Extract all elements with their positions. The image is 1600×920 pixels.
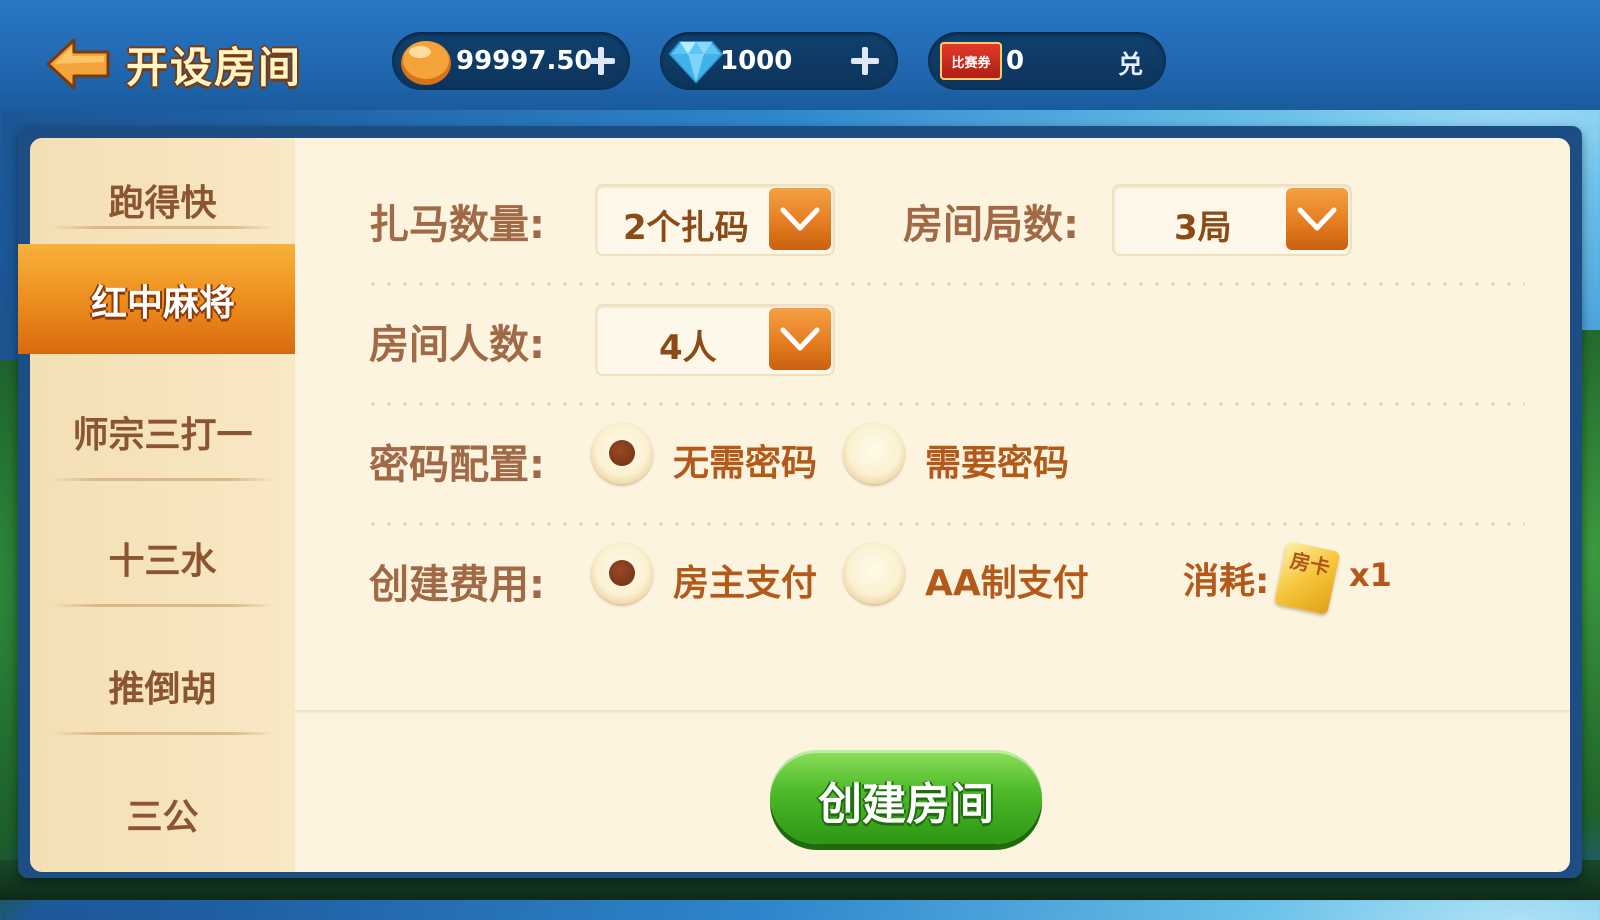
sidebar-item-sangong[interactable]: 三公 [30,752,295,870]
no-password-radio[interactable] [591,422,653,484]
sidebar-item-shisanshui[interactable]: 十三水 [30,496,295,614]
row-divider [365,402,1525,406]
aa-pay-label[interactable]: AA制支付 [925,554,1089,606]
gold-bean-icon [401,41,451,85]
room-players-label: 房间人数: [369,322,545,368]
room-players-value: 4人 [659,328,717,368]
exchange-button[interactable]: 兑 [1118,45,1143,81]
sidebar-item-paodekuai[interactable]: 跑得快 [30,138,295,256]
radio-selected-dot [609,440,635,466]
host-pay-label[interactable]: 房主支付 [673,554,817,606]
password-config-label: 密码配置: [369,442,545,488]
diamond-value: 1000 [720,46,793,76]
add-beans-button[interactable] [582,42,620,80]
aa-pay-radio[interactable] [843,542,905,604]
room-rounds-value: 3局 [1174,208,1232,248]
sidebar-item-label: 推倒胡 [108,669,217,710]
sidebar-divider [50,226,275,229]
room-players-dropdown[interactable]: 4人 [595,304,835,376]
row-divider [365,522,1525,526]
beans-value: 99997.50 [456,46,593,76]
match-ticket-icon: 比赛券 [940,42,1002,80]
zhama-count-value: 2个扎码 [623,208,749,248]
zhama-count-dropdown[interactable]: 2个扎码 [595,184,835,256]
need-password-label[interactable]: 需要密码 [925,434,1069,486]
beans-balance-pill: 99997.50 [392,32,630,90]
diamond-balance-pill: 1000 [660,32,898,90]
radio-selected-dot [609,560,635,586]
back-arrow-icon[interactable] [44,36,114,92]
chevron-down-icon[interactable] [1286,188,1348,250]
room-rounds-label: 房间局数: [903,202,1079,248]
top-bar: 开设房间 99997.50 1000 比赛券 0 兑 [0,0,1600,110]
sidebar-item-label: 师宗三打一 [72,415,253,456]
chevron-down-icon[interactable] [769,188,831,250]
add-diamonds-button[interactable] [846,42,884,80]
sidebar-item-label: 十三水 [108,541,217,582]
create-room-button-label: 创建房间 [818,779,994,830]
chevron-down-icon[interactable] [769,308,831,370]
sidebar-item-tuidaohu[interactable]: 推倒胡 [30,624,295,742]
need-password-radio[interactable] [843,422,905,484]
room-card-text: 房卡 [1288,548,1333,581]
page-title: 开设房间 [126,43,303,92]
sidebar-item-label: 红中麻将 [90,283,235,324]
create-room-button[interactable]: 创建房间 [770,750,1042,844]
ticket-balance-pill: 比赛券 0 兑 [928,32,1166,90]
room-rounds-dropdown[interactable]: 3局 [1112,184,1352,256]
no-password-label[interactable]: 无需密码 [673,434,817,486]
footer-divider [295,710,1570,714]
zhama-count-label: 扎马数量: [369,202,545,248]
room-card-icon: 房卡 [1274,540,1342,617]
row-divider [365,282,1525,286]
sidebar-item-label: 跑得快 [108,183,217,224]
cost-label: 消耗: [1183,561,1270,602]
ticket-value: 0 [1006,46,1025,76]
game-type-sidebar: 跑得快 师宗三打一 十三水 推倒胡 三公 红中麻将 [18,138,308,872]
sidebar-item-label: 三公 [126,797,199,838]
sidebar-item-hongzhong-mahjong[interactable]: 红中麻将 [18,244,308,354]
create-fee-label: 创建费用: [369,562,545,608]
diamond-icon [668,41,724,84]
cost-value: x1 [1349,556,1392,594]
host-pay-radio[interactable] [591,542,653,604]
sidebar-item-shizong-sandayi[interactable]: 师宗三打一 [30,370,295,488]
ticket-badge-text: 比赛券 [951,56,991,71]
